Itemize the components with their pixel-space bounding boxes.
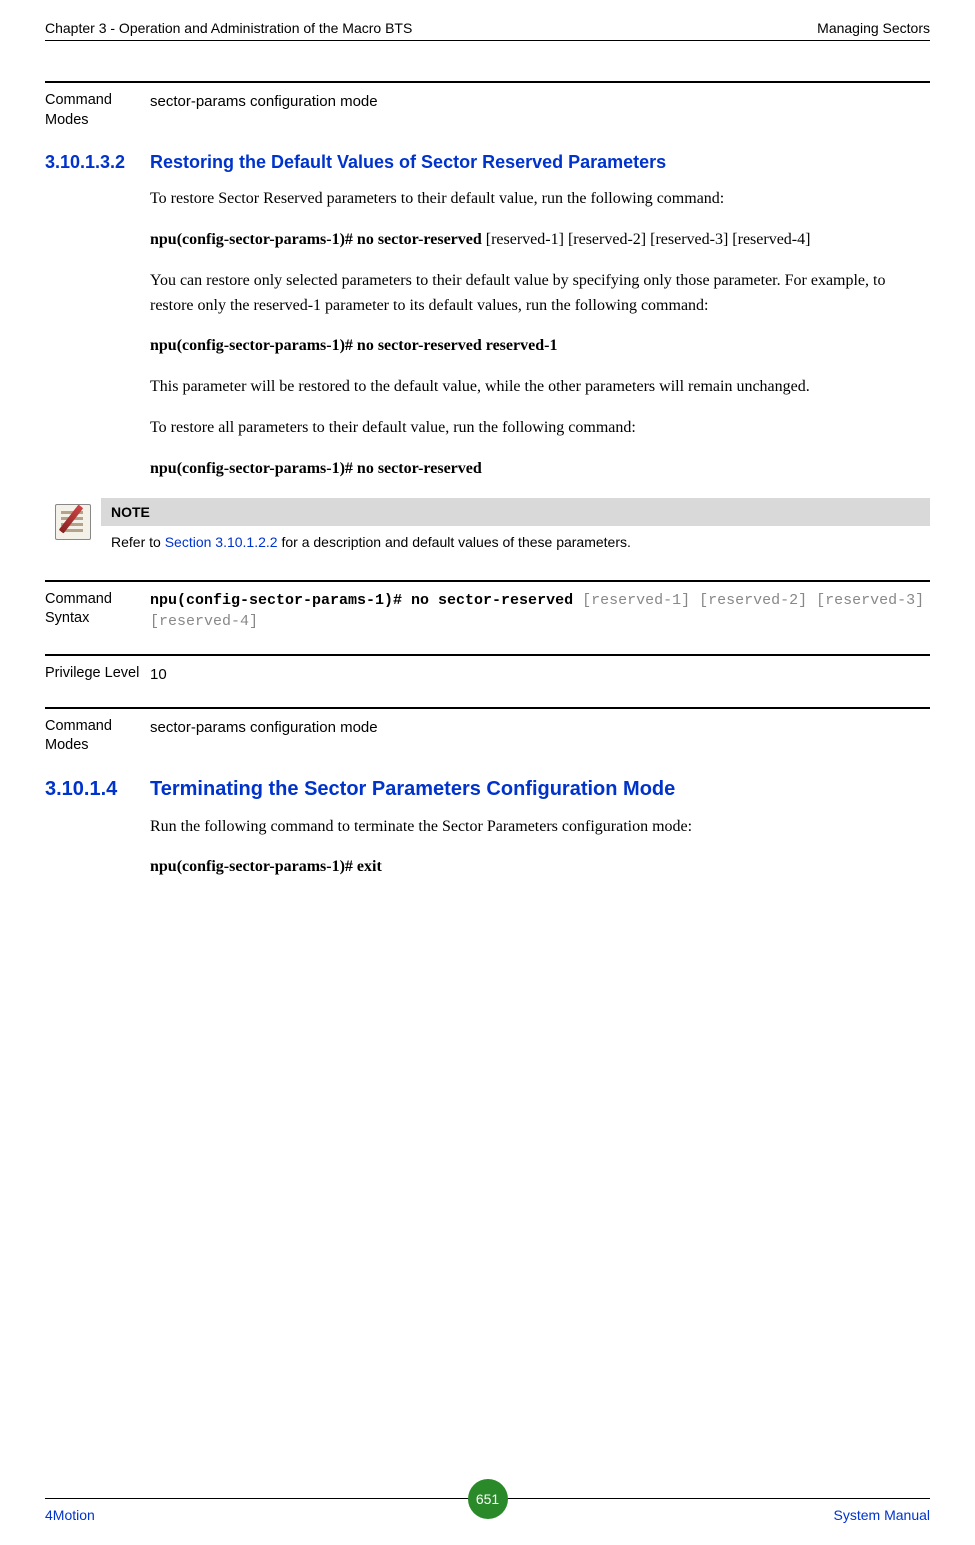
note-icon xyxy=(55,504,91,540)
command-modes-label: Command Modes xyxy=(45,717,150,756)
paragraph: This parameter will be restored to the d… xyxy=(150,375,930,400)
command-bold: npu(config-sector-params-1)# no sector-r… xyxy=(150,231,482,248)
privilege-level-value: 10 xyxy=(150,664,930,685)
command-syntax-label: Command Syntax xyxy=(45,590,150,632)
note-link[interactable]: Section 3.10.1.2.2 xyxy=(165,534,278,550)
section-heading-3-10-1-3-2: 3.10.1.3.2 Restoring the Default Values … xyxy=(45,152,930,173)
privilege-level-block: Privilege Level 10 xyxy=(45,654,930,685)
command-modes-value: sector-params configuration mode xyxy=(150,717,930,756)
section-heading-3-10-1-4: 3.10.1.4 Terminating the Sector Paramete… xyxy=(45,778,930,801)
note-text-pre: Refer to xyxy=(111,534,165,550)
command-modes-label: Command Modes xyxy=(45,91,150,130)
syntax-bold: npu(config-sector-params-1)# no sector-r… xyxy=(150,592,573,609)
command-modes-value: sector-params configuration mode xyxy=(150,91,930,130)
paragraph: To restore all parameters to their defau… xyxy=(150,416,930,441)
paragraph: Run the following command to terminate t… xyxy=(150,815,930,840)
section-title: Restoring the Default Values of Sector R… xyxy=(150,152,666,173)
header-left: Chapter 3 - Operation and Administration… xyxy=(45,20,412,36)
section-title: Terminating the Sector Parameters Config… xyxy=(150,778,675,801)
paragraph: To restore Sector Reserved parameters to… xyxy=(150,187,930,212)
command-args: [reserved-1] [reserved-2] [reserved-3] [… xyxy=(482,231,811,248)
command-syntax-block: Command Syntax npu(config-sector-params-… xyxy=(45,580,930,632)
command-example: npu(config-sector-params-1)# no sector-r… xyxy=(150,457,930,482)
section-number: 3.10.1.3.2 xyxy=(45,152,150,173)
command-syntax-value: npu(config-sector-params-1)# no sector-r… xyxy=(150,590,930,632)
note-text-post: for a description and default values of … xyxy=(278,534,631,550)
note-heading: NOTE xyxy=(101,498,930,526)
paragraph: You can restore only selected parameters… xyxy=(150,269,930,319)
privilege-level-label: Privilege Level xyxy=(45,664,150,685)
footer-right: System Manual xyxy=(834,1507,930,1523)
command-example: npu(config-sector-params-1)# no sector-r… xyxy=(150,228,930,253)
footer-left: 4Motion xyxy=(45,1507,95,1523)
note-box: NOTE Refer to Section 3.10.1.2.2 for a d… xyxy=(45,498,930,558)
note-body: Refer to Section 3.10.1.2.2 for a descri… xyxy=(101,526,930,558)
section-number: 3.10.1.4 xyxy=(45,778,150,801)
page-header: Chapter 3 - Operation and Administration… xyxy=(45,20,930,41)
command-example: npu(config-sector-params-1)# no sector-r… xyxy=(150,334,930,359)
command-modes-block-1: Command Modes sector-params configuratio… xyxy=(45,81,930,130)
page-number-badge: 651 xyxy=(468,1479,508,1519)
command-example: npu(config-sector-params-1)# exit xyxy=(150,855,930,880)
command-modes-block-2: Command Modes sector-params configuratio… xyxy=(45,707,930,756)
header-right: Managing Sectors xyxy=(817,20,930,36)
page-footer: 4Motion 651 System Manual xyxy=(45,1498,930,1523)
